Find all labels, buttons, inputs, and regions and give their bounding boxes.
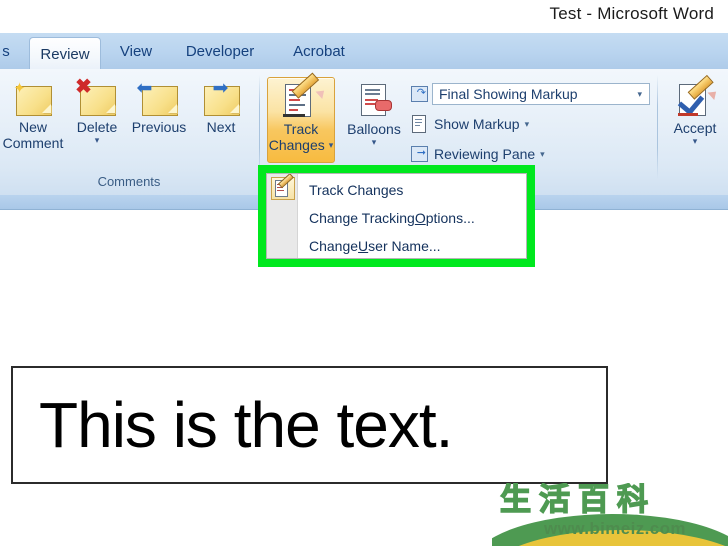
new-comment-button[interactable]: ✦ New Comment	[2, 77, 64, 161]
menu-item-change-user-name[interactable]: Change User Name...	[267, 232, 526, 258]
document-text-box[interactable]: This is the text.	[11, 366, 608, 484]
delete-comment-button[interactable]: ✖ Delete ▾	[66, 77, 128, 161]
watermark-url-text: www.bimeiz.com	[544, 519, 686, 538]
ribbon-group-changes: Accept ▾	[660, 71, 728, 191]
accept-change-button[interactable]: Accept ▾	[664, 74, 726, 161]
track-changes-button[interactable]: Track Changes ▾	[267, 72, 335, 163]
accept-change-caret[interactable]: ▾	[693, 137, 698, 146]
track-changes-label-line1: Track	[283, 121, 319, 137]
next-comment-icon: ➡	[201, 79, 241, 116]
chevron-down-icon[interactable]: ▾	[633, 89, 649, 100]
balloons-caret[interactable]: ▾	[372, 138, 377, 147]
tab-developer[interactable]: Developer	[170, 33, 270, 69]
show-markup-caret[interactable]: ▾	[525, 119, 530, 130]
delete-comment-label: Delete	[76, 119, 118, 135]
next-comment-label: Next	[206, 119, 236, 135]
display-for-review-value: Final Showing Markup	[439, 86, 578, 102]
delete-comment-icon: ✖	[75, 77, 117, 116]
menu-item-change-tracking-options[interactable]: Change Tracking Options...	[267, 204, 526, 232]
balloons-button[interactable]: Balloons ▾	[340, 77, 408, 161]
ribbon-group-comments: ✦ New Comment ✖ Delete ▾ ⬅ Previous ➡ Ne…	[0, 71, 258, 191]
menu-item-change-tracking-options-post: ptions...	[425, 210, 475, 226]
track-changes-caret[interactable]: ▾	[329, 141, 334, 150]
group-separator-1	[259, 75, 260, 179]
ribbon-tab-strip: s Review View Developer Acrobat	[0, 33, 728, 70]
reviewing-pane-icon: ➞	[410, 145, 428, 163]
green-highlight-box: Track Changes Change Tracking Options...…	[258, 165, 535, 267]
display-for-review-combo[interactable]: Final Showing Markup ▾	[432, 83, 650, 105]
track-changes-dropdown-menu: Track Changes Change Tracking Options...…	[266, 173, 527, 259]
new-comment-label-line2: Comment	[2, 135, 64, 151]
accept-change-label: Accept	[673, 120, 717, 136]
accept-change-icon	[675, 74, 720, 118]
group-separator-2	[657, 75, 658, 179]
new-comment-icon: ✦	[13, 81, 53, 116]
menu-item-track-changes[interactable]: Track Changes	[267, 176, 526, 204]
reviewing-pane-caret[interactable]: ▾	[540, 149, 545, 160]
watermark-cjk-text: 生活百科	[499, 483, 656, 518]
menu-item-change-user-name-post: ser Name...	[368, 238, 441, 254]
show-markup-label: Show Markup	[434, 116, 520, 132]
track-changes-icon	[281, 72, 328, 119]
next-comment-button[interactable]: ➡ Next	[190, 77, 252, 161]
menu-item-track-changes-label: Track Changes	[309, 182, 404, 198]
watermark: 生活百科 www.bimeiz.com	[492, 483, 728, 546]
tab-mailings[interactable]: s	[0, 33, 26, 69]
new-comment-label-line1: New	[18, 119, 47, 135]
comments-group-label: Comments	[97, 174, 161, 189]
track-changes-label-line2: Changes	[268, 137, 325, 153]
show-markup-button[interactable]: Show Markup ▾	[410, 113, 529, 135]
previous-comment-button[interactable]: ⬅ Previous	[128, 77, 190, 161]
previous-comment-icon: ⬅	[137, 79, 179, 116]
balloons-label: Balloons	[347, 121, 401, 137]
track-changes-menu-icon	[271, 174, 295, 200]
reviewing-pane-button[interactable]: ➞ Reviewing Pane ▾	[410, 143, 545, 165]
menu-item-change-tracking-options-pre: Change Tracking	[309, 210, 415, 226]
balloons-icon	[354, 83, 394, 119]
menu-item-change-user-name-pre: Change	[309, 238, 359, 254]
reviewing-pane-label: Reviewing Pane	[434, 146, 536, 162]
menu-item-change-user-name-accel: U	[358, 238, 369, 254]
tab-review[interactable]: Review	[29, 37, 101, 70]
title-bar: Test - Microsoft Word	[0, 0, 728, 33]
window-title: Test - Microsoft Word	[549, 4, 714, 23]
show-markup-icon	[410, 115, 428, 133]
tab-view[interactable]: View	[108, 33, 164, 69]
document-text: This is the text.	[39, 389, 453, 461]
tab-acrobat[interactable]: Acrobat	[278, 33, 360, 69]
delete-comment-caret[interactable]: ▾	[95, 136, 100, 145]
previous-comment-label: Previous	[131, 119, 187, 135]
menu-item-change-tracking-options-accel: O	[414, 210, 426, 226]
